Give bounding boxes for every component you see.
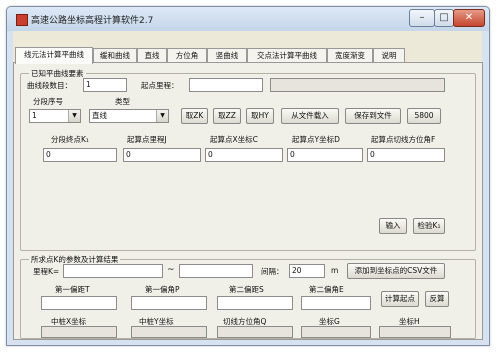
start-station-input[interactable] [189,78,263,92]
station-to-input[interactable] [179,264,253,278]
tab-straight-line[interactable]: 直线 [137,48,167,63]
param-label-station: 起算点里程J [127,135,167,144]
inverse-button[interactable]: 反算 [425,291,449,307]
range-tilde: ~ [167,265,175,275]
maximize-button[interactable]: □ [434,9,454,27]
add-csv-button[interactable]: 添加到坐标点的CSV文件 [347,263,445,279]
tab-transition-curve[interactable]: 缓和曲线 [93,48,137,63]
client-area: 线元法计算平曲线 缓和曲线 直线 方位角 竖曲线 交点法计算平曲线 宽度渐变 说… [13,31,483,340]
minimize-button[interactable]: – [409,9,435,27]
save-file-button[interactable]: 保存到文件 [345,108,401,124]
tab-panel: 已知平曲线要素 曲线段数目： 1 起点里程： 分段序号 类型 1 ▼ 直线 ▼ … [13,62,483,340]
title-bar[interactable]: 高速公路坐标高程计算软件2.7 – □ ✕ [7,7,489,31]
segment-count-input[interactable]: 1 [83,78,127,92]
param-x-input[interactable]: 0 [205,148,283,162]
first-angle-input[interactable] [131,296,207,310]
tab-help[interactable]: 说明 [373,48,405,63]
calc-group: 所求点K的参数及计算结果 里程K= ~ 间隔： 20 m 添加到坐标点的CSV文… [20,254,476,339]
chevron-down-icon[interactable]: ▼ [68,110,80,122]
input-button[interactable]: 输入 [379,218,407,234]
segment-count-label: 曲线段数目： [27,81,72,90]
fetch-zz-button[interactable]: 取ZZ [213,108,241,124]
first-offset-label: 第一偏距T [55,285,90,294]
app-window: 高速公路坐标高程计算软件2.7 – □ ✕ 线元法计算平曲线 缓和曲线 直线 方… [6,6,490,346]
param-station-input[interactable]: 0 [123,148,201,162]
param-label-x: 起算点X坐标C [210,135,258,144]
second-angle-input[interactable] [301,296,371,310]
result-y-output [131,326,207,338]
segment-no-select[interactable]: 1 ▼ [29,109,81,123]
info-display [270,78,445,92]
start-station-label: 起点里程： [141,81,179,90]
param-label-azimuth: 起算点切线方位角F [371,135,436,144]
known-elements-group-label: 已知平曲线要素 [29,68,86,79]
param-y-input[interactable]: 0 [287,148,363,162]
tab-width-transition[interactable]: 宽度渐变 [327,48,373,63]
param-label-y: 起算点Y坐标D [292,135,340,144]
s800-button[interactable]: 5800 [407,108,441,124]
known-elements-group: 已知平曲线要素 曲线段数目： 1 起点里程： 分段序号 类型 1 ▼ 直线 ▼ … [20,68,476,251]
result-azimuth-output [217,326,293,338]
first-angle-label: 第一偏角P [145,285,180,294]
second-angle-label: 第二偏角E [309,285,344,294]
tab-line-element-curve[interactable]: 线元法计算平曲线 [15,47,93,64]
tab-azimuth[interactable]: 方位角 [167,48,207,63]
tab-intersection-curve[interactable]: 交点法计算平曲线 [247,48,327,63]
import-file-button[interactable]: 从文件载入 [281,108,339,124]
type-value: 直线 [92,111,107,120]
interval-input[interactable]: 20 [289,264,325,278]
fetch-zk-button[interactable]: 取ZK [181,108,208,124]
interval-label: 间隔： [261,267,284,276]
app-icon [16,14,28,26]
station-from-input[interactable] [63,264,163,278]
chevron-down-icon[interactable]: ▼ [156,110,168,122]
tab-vertical-curve[interactable]: 竖曲线 [207,48,247,63]
result-x-output [41,326,117,338]
fetch-hy-button[interactable]: 取HY [246,108,274,124]
first-offset-input[interactable] [41,296,117,310]
param-label-end: 分段终点K₁ [51,135,89,144]
result-h-output [379,326,451,338]
param-end-input[interactable]: 0 [43,148,117,162]
type-label: 类型 [115,97,130,106]
type-select[interactable]: 直线 ▼ [89,109,169,123]
result-g-output [301,326,371,338]
tab-strip: 线元法计算平曲线 缓和曲线 直线 方位角 竖曲线 交点法计算平曲线 宽度渐变 说… [13,47,482,64]
check-button[interactable]: 检验K₁ [413,218,445,234]
segment-no-value: 1 [32,111,37,120]
second-offset-label: 第二偏距S [229,285,264,294]
segment-no-label: 分段序号 [33,97,63,106]
window-title: 高速公路坐标高程计算软件2.7 [31,16,154,26]
close-button[interactable]: ✕ [453,9,485,27]
compute-start-button[interactable]: 计算起点 [381,291,419,307]
param-azimuth-input[interactable]: 0 [367,148,445,162]
second-offset-input[interactable] [217,296,293,310]
station-label: 里程K= [33,267,60,276]
interval-unit: m [331,266,339,275]
